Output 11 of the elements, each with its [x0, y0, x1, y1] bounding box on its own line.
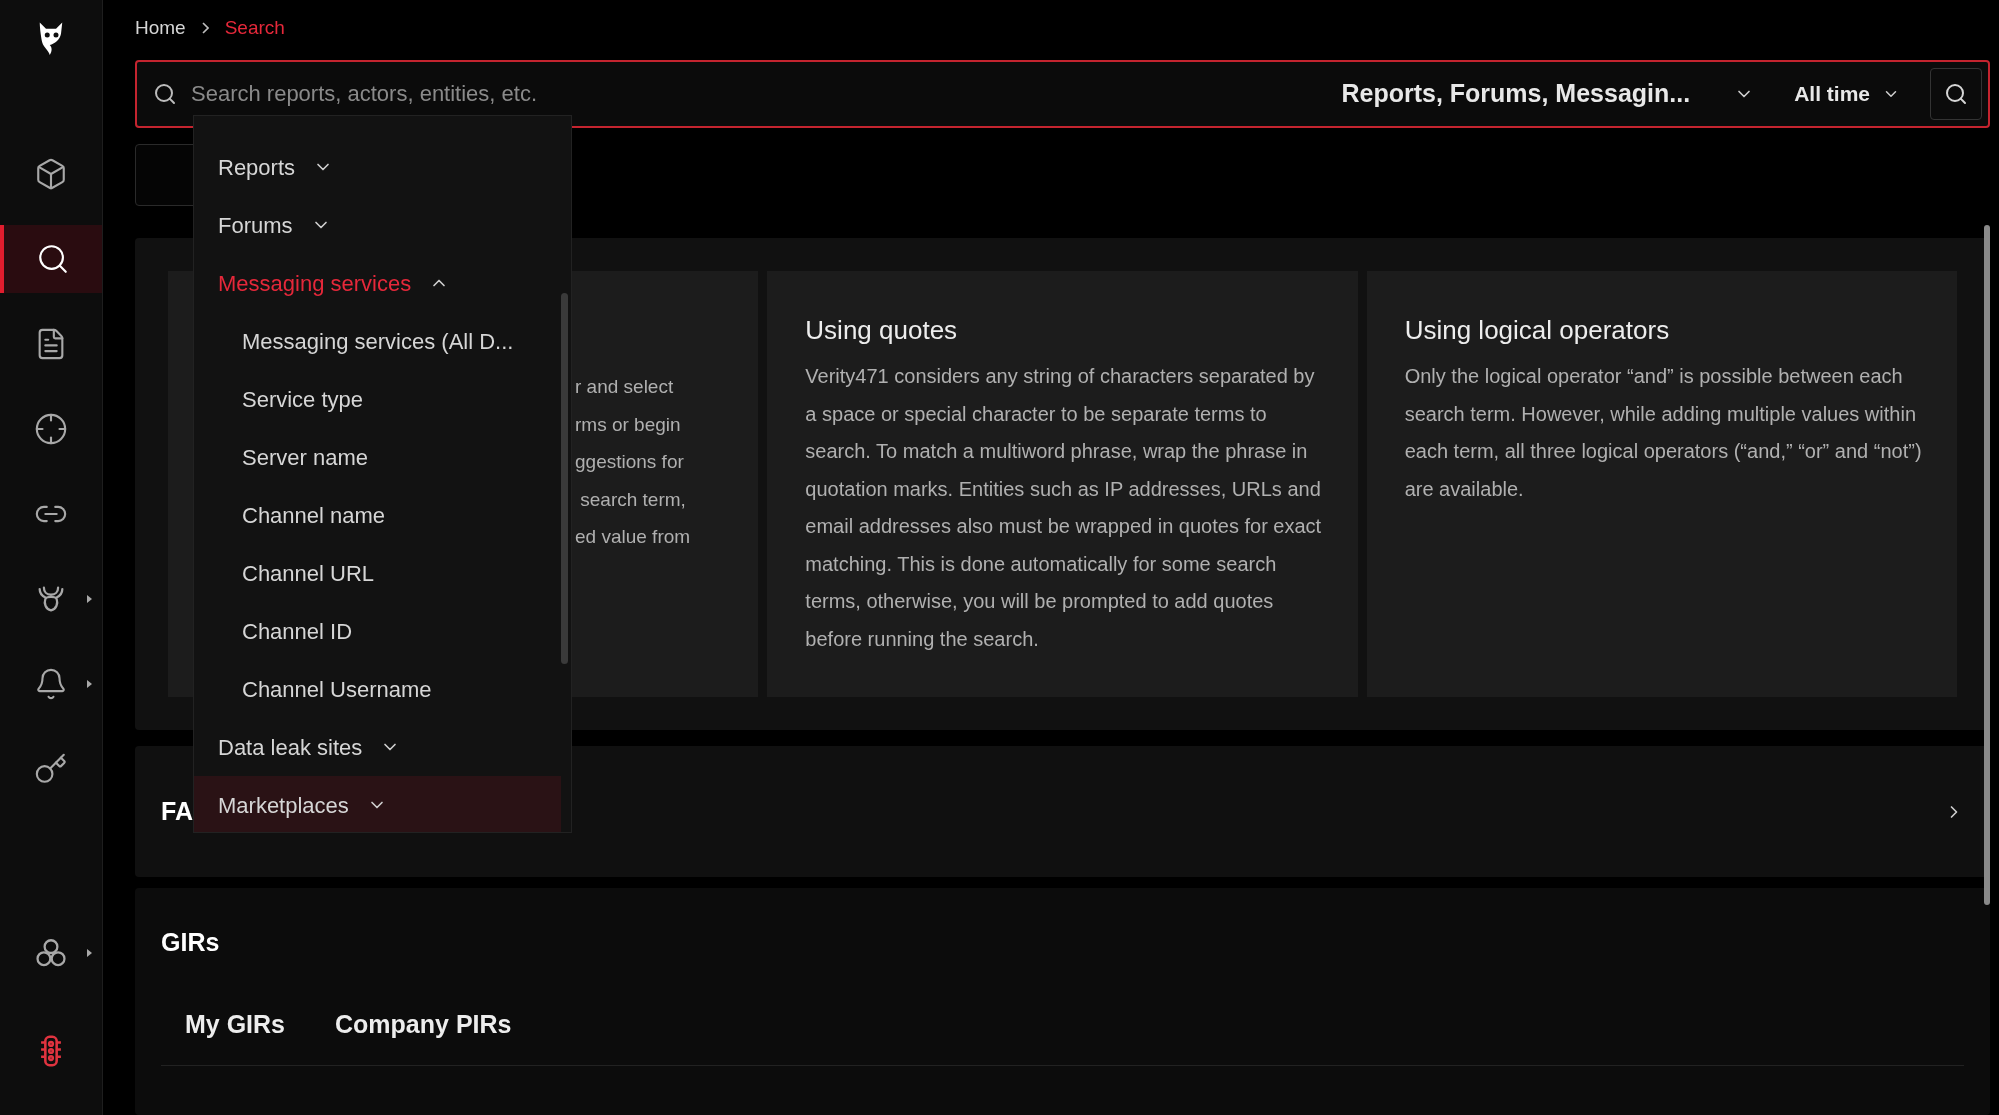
girs-title: GIRs [161, 927, 221, 958]
tip-title: Using logical operators [1404, 314, 1671, 347]
tip-title: Using quotes [805, 314, 959, 347]
tip-text: Only the logical operator “and” is possible between each search term. However, while adding multiple values within each term, all three logical operators (“and,” “or” and “not”) are available. [1404, 364, 1923, 502]
tip-text: ggestions for [575, 450, 685, 474]
faq-title: FA [161, 795, 193, 827]
tip-text: search term, [579, 487, 687, 512]
tip-text: Verity471 considers any string of characters separated by a space or special character to be separate terms to search. To match a multiword phrase, wrap the phrase in quotation marks. Entities such as IP addresses, URLs and email addresses also must be wrapped in quotes for exact matching. This is done automatically for some search terms, otherwise, you will be prompted to add quotes before running the search. [805, 364, 1323, 652]
tip-text: r and select [575, 375, 675, 399]
tip-text: ed value from [575, 525, 692, 549]
tip-text: rms or begin [575, 412, 682, 437]
